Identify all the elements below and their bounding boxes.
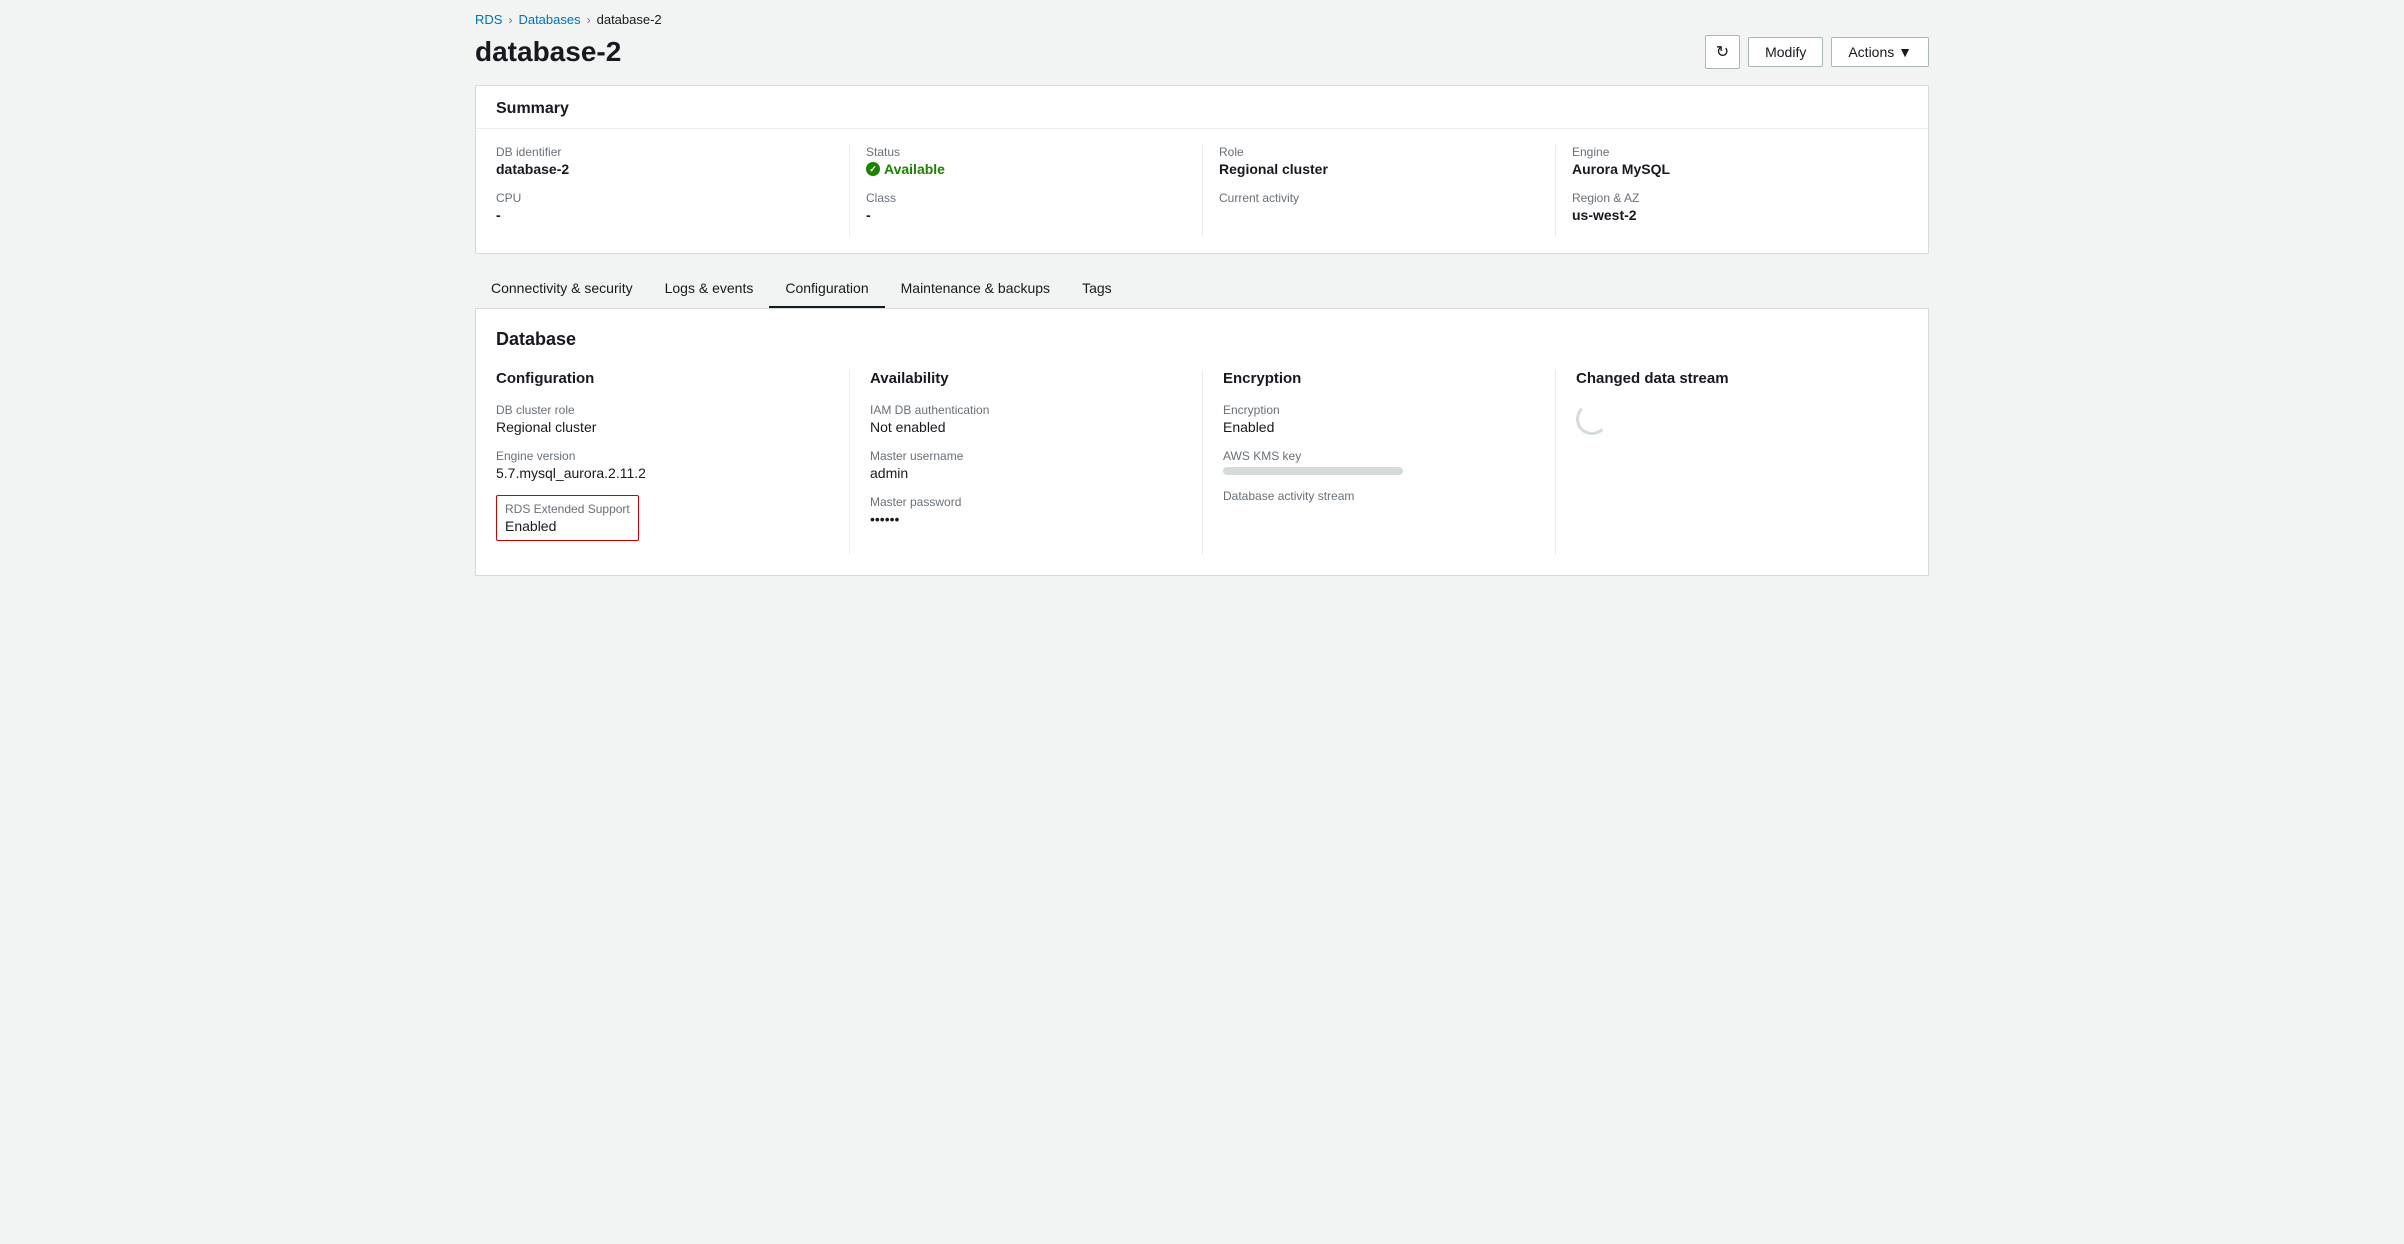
database-activity-stream-label: Database activity stream — [1223, 489, 1535, 503]
iam-db-auth-group: IAM DB authentication Not enabled — [870, 403, 1182, 435]
cpu-label: CPU — [496, 191, 833, 205]
kms-key-bar — [1223, 467, 1403, 475]
breadcrumb-databases-link[interactable]: Databases — [518, 12, 580, 27]
status-group: Status Available — [866, 145, 1186, 177]
engine-label: Engine — [1572, 145, 1892, 159]
summary-card-header: Summary — [476, 86, 1928, 129]
master-password-value: •••••• — [870, 511, 1182, 527]
master-username-value: admin — [870, 465, 1182, 481]
breadcrumb: RDS › Databases › database-2 — [451, 0, 1953, 31]
engine-version-label: Engine version — [496, 449, 829, 463]
database-activity-stream-group: Database activity stream — [1223, 489, 1535, 503]
summary-grid: DB identifier database-2 CPU - Status Av… — [476, 129, 1928, 253]
availability-col: Availability IAM DB authentication Not e… — [849, 370, 1202, 555]
db-identifier-value: database-2 — [496, 161, 833, 177]
class-label: Class — [866, 191, 1186, 205]
refresh-button[interactable]: ↻ — [1705, 35, 1740, 69]
db-identifier-label: DB identifier — [496, 145, 833, 159]
loading-spinner — [1576, 403, 1608, 435]
rds-extended-support-highlighted: RDS Extended Support Enabled — [496, 495, 639, 541]
rds-extended-support-label: RDS Extended Support — [505, 502, 630, 516]
availability-col-title: Availability — [870, 370, 1182, 387]
page-header: database-2 ↻ Modify Actions ▼ — [451, 31, 1953, 85]
header-actions: ↻ Modify Actions ▼ — [1705, 35, 1929, 69]
encryption-col: Encryption Encryption Enabled AWS KMS ke… — [1202, 370, 1555, 555]
summary-col-4: Engine Aurora MySQL Region & AZ us-west-… — [1555, 145, 1908, 237]
master-password-group: Master password •••••• — [870, 495, 1182, 527]
tabs-bar: Connectivity & security Logs & events Co… — [475, 270, 1929, 309]
rds-extended-support-value: Enabled — [505, 518, 630, 534]
modify-button[interactable]: Modify — [1748, 37, 1823, 67]
actions-button[interactable]: Actions ▼ — [1831, 37, 1929, 67]
rds-extended-support-group: RDS Extended Support Enabled — [496, 495, 829, 541]
engine-version-group: Engine version 5.7.mysql_aurora.2.11.2 — [496, 449, 829, 481]
summary-col-3: Role Regional cluster Current activity — [1202, 145, 1555, 237]
engine-group: Engine Aurora MySQL — [1572, 145, 1892, 177]
master-username-label: Master username — [870, 449, 1182, 463]
changed-data-stream-col: Changed data stream — [1555, 370, 1908, 555]
cpu-value: - — [496, 207, 833, 223]
db-cluster-role-value: Regional cluster — [496, 419, 829, 435]
master-password-label: Master password — [870, 495, 1182, 509]
summary-title: Summary — [496, 100, 569, 117]
role-group: Role Regional cluster — [1219, 145, 1539, 177]
master-username-group: Master username admin — [870, 449, 1182, 481]
engine-value: Aurora MySQL — [1572, 161, 1892, 177]
breadcrumb-sep-1: › — [508, 13, 512, 27]
tab-configuration[interactable]: Configuration — [769, 270, 884, 308]
class-value: - — [866, 207, 1186, 223]
aws-kms-key-label: AWS KMS key — [1223, 449, 1535, 463]
configuration-col-title: Configuration — [496, 370, 829, 387]
breadcrumb-current: database-2 — [597, 12, 662, 27]
db-identifier-group: DB identifier database-2 — [496, 145, 833, 177]
aws-kms-key-group: AWS KMS key — [1223, 449, 1535, 475]
main-content: Database Configuration DB cluster role R… — [475, 309, 1929, 576]
status-label: Status — [866, 145, 1186, 159]
region-az-group: Region & AZ us-west-2 — [1572, 191, 1892, 223]
tab-connectivity[interactable]: Connectivity & security — [475, 270, 649, 308]
database-section-title: Database — [496, 329, 1908, 350]
breadcrumb-rds-link[interactable]: RDS — [475, 12, 502, 27]
breadcrumb-sep-2: › — [587, 13, 591, 27]
current-activity-group: Current activity — [1219, 191, 1539, 205]
region-az-label: Region & AZ — [1572, 191, 1892, 205]
encryption-col-title: Encryption — [1223, 370, 1535, 387]
encryption-status-group: Encryption Enabled — [1223, 403, 1535, 435]
page-title: database-2 — [475, 36, 621, 68]
iam-db-auth-value: Not enabled — [870, 419, 1182, 435]
encryption-label: Encryption — [1223, 403, 1535, 417]
summary-col-2: Status Available Class - — [849, 145, 1202, 237]
current-activity-label: Current activity — [1219, 191, 1539, 205]
engine-version-value: 5.7.mysql_aurora.2.11.2 — [496, 465, 829, 481]
role-value: Regional cluster — [1219, 161, 1539, 177]
class-group: Class - — [866, 191, 1186, 223]
status-icon — [866, 162, 880, 176]
tab-tags[interactable]: Tags — [1066, 270, 1128, 308]
tab-logs[interactable]: Logs & events — [649, 270, 770, 308]
region-az-value: us-west-2 — [1572, 207, 1892, 223]
role-label: Role — [1219, 145, 1539, 159]
status-value: Available — [866, 161, 1186, 177]
summary-card: Summary DB identifier database-2 CPU - S… — [475, 85, 1929, 254]
iam-db-auth-label: IAM DB authentication — [870, 403, 1182, 417]
config-grid: Configuration DB cluster role Regional c… — [496, 370, 1908, 555]
cpu-group: CPU - — [496, 191, 833, 223]
db-cluster-role-label: DB cluster role — [496, 403, 829, 417]
changed-data-stream-title: Changed data stream — [1576, 370, 1888, 387]
summary-col-1: DB identifier database-2 CPU - — [496, 145, 849, 237]
tab-maintenance[interactable]: Maintenance & backups — [885, 270, 1066, 308]
db-cluster-role-group: DB cluster role Regional cluster — [496, 403, 829, 435]
encryption-value: Enabled — [1223, 419, 1535, 435]
configuration-col: Configuration DB cluster role Regional c… — [496, 370, 849, 555]
